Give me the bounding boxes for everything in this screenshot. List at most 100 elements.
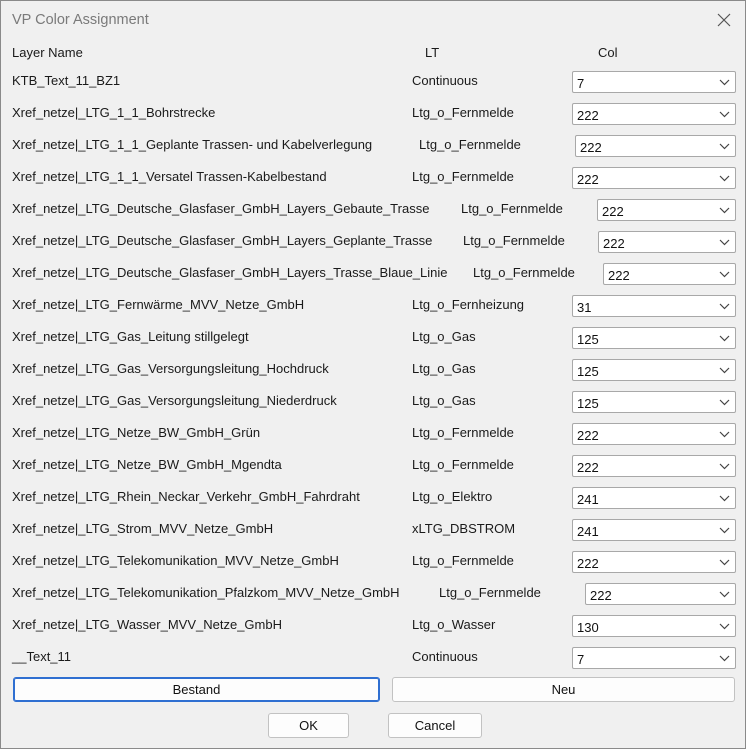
layer-name-cell: Xref_netze|_LTG_Telekomunikation_Pfalzko… — [12, 585, 400, 600]
layer-name-cell: Xref_netze|_LTG_Telekomunikation_MVV_Net… — [12, 553, 339, 568]
cancel-button-label: Cancel — [414, 718, 456, 733]
linetype-cell: Ltg_o_Fernmelde — [439, 585, 541, 600]
color-dropdown[interactable]: 125 — [572, 391, 736, 413]
color-value: 222 — [577, 108, 599, 123]
color-value: 7 — [577, 76, 585, 91]
chevron-down-icon — [719, 175, 730, 182]
title-bar[interactable]: VP Color Assignment — [1, 1, 745, 39]
layer-name-cell: __Text_11 — [12, 649, 72, 664]
color-dropdown[interactable]: 222 — [572, 423, 736, 445]
chevron-down-icon — [719, 303, 730, 310]
linetype-cell: xLTG_DBSTROM — [412, 521, 516, 536]
neu-button-label: Neu — [551, 682, 576, 697]
layer-name-cell: Xref_netze|_LTG_Gas_Versorgungsleitung_N… — [12, 393, 337, 408]
bestand-button-label: Bestand — [172, 682, 221, 697]
linetype-cell: Ltg_o_Gas — [412, 329, 476, 344]
layer-name-cell: Xref_netze|_LTG_1_1_Geplante Trassen- un… — [12, 137, 373, 152]
layer-name-cell: Xref_netze|_LTG_Wasser_MVV_Netze_GmbH — [12, 617, 282, 632]
linetype-cell: Ltg_o_Wasser — [412, 617, 496, 632]
color-dropdown[interactable]: 222 — [572, 455, 736, 477]
color-dropdown[interactable]: 222 — [603, 263, 736, 285]
color-dropdown[interactable]: 222 — [585, 583, 736, 605]
linetype-cell: Ltg_o_Fernmelde — [412, 553, 514, 568]
color-value: 130 — [577, 620, 599, 635]
color-dropdown[interactable]: 241 — [572, 519, 736, 541]
chevron-down-icon — [719, 495, 730, 502]
chevron-down-icon — [719, 463, 730, 470]
close-button[interactable] — [706, 5, 742, 35]
color-dropdown[interactable]: 241 — [572, 487, 736, 509]
header-col: Col — [598, 45, 618, 60]
dialog-window: VP Color Assignment Layer Name LT Col KT… — [0, 0, 746, 749]
color-dropdown[interactable]: 222 — [572, 551, 736, 573]
linetype-cell: Ltg_o_Fernmelde — [412, 425, 514, 440]
color-dropdown[interactable]: 222 — [575, 135, 736, 157]
chevron-down-icon — [719, 207, 730, 214]
layer-name-cell: Xref_netze|_LTG_Netze_BW_GmbH_Grün — [12, 425, 261, 440]
linetype-cell: Ltg_o_Fernmelde — [412, 457, 514, 472]
color-value: 125 — [577, 396, 599, 411]
color-dropdown[interactable]: 125 — [572, 359, 736, 381]
chevron-down-icon — [719, 367, 730, 374]
layer-name-cell: Xref_netze|_LTG_Gas_Leitung stillgelegt — [12, 329, 249, 344]
window-title: VP Color Assignment — [12, 12, 149, 28]
linetype-cell: Ltg_o_Fernmelde — [473, 265, 575, 280]
layer-name-cell: Xref_netze|_LTG_Deutsche_Glasfaser_GmbH_… — [12, 201, 430, 216]
color-dropdown[interactable]: 31 — [572, 295, 736, 317]
color-dropdown[interactable]: 222 — [598, 231, 736, 253]
color-dropdown[interactable]: 125 — [572, 327, 736, 349]
chevron-down-icon — [719, 527, 730, 534]
ok-button-label: OK — [299, 718, 318, 733]
linetype-cell: Ltg_o_Fernmelde — [412, 169, 514, 184]
color-value: 125 — [577, 364, 599, 379]
color-value: 241 — [577, 524, 599, 539]
layer-name-cell: Xref_netze|_LTG_Deutsche_Glasfaser_GmbH_… — [12, 233, 433, 248]
color-dropdown[interactable]: 7 — [572, 647, 736, 669]
layer-name-cell: KTB_Text_11_BZ1 — [12, 73, 121, 88]
linetype-cell: Ltg_o_Elektro — [412, 489, 493, 504]
linetype-cell: Ltg_o_Gas — [412, 393, 476, 408]
color-dropdown[interactable]: 7 — [572, 71, 736, 93]
bestand-button[interactable]: Bestand — [13, 677, 380, 702]
layer-name-cell: Xref_netze|_LTG_1_1_Versatel Trassen-Kab… — [12, 169, 327, 184]
color-value: 222 — [577, 460, 599, 475]
color-value: 7 — [577, 652, 585, 667]
color-dropdown[interactable]: 222 — [572, 167, 736, 189]
chevron-down-icon — [719, 111, 730, 118]
linetype-cell: Ltg_o_Fernmelde — [461, 201, 563, 216]
color-value: 31 — [577, 300, 592, 315]
color-value: 241 — [577, 492, 599, 507]
header-lt: LT — [425, 45, 440, 60]
chevron-down-icon — [719, 431, 730, 438]
chevron-down-icon — [719, 239, 730, 246]
linetype-cell: Ltg_o_Fernmelde — [463, 233, 565, 248]
close-icon — [717, 13, 731, 27]
chevron-down-icon — [719, 399, 730, 406]
chevron-down-icon — [719, 623, 730, 630]
color-value: 125 — [577, 332, 599, 347]
chevron-down-icon — [719, 79, 730, 86]
chevron-down-icon — [719, 143, 730, 150]
color-value: 222 — [577, 556, 599, 571]
neu-button[interactable]: Neu — [392, 677, 735, 702]
color-value: 222 — [603, 236, 625, 251]
chevron-down-icon — [719, 591, 730, 598]
header-layer-name: Layer Name — [12, 45, 83, 60]
color-value: 222 — [577, 172, 599, 187]
chevron-down-icon — [719, 271, 730, 278]
color-dropdown[interactable]: 130 — [572, 615, 736, 637]
color-dropdown[interactable]: 222 — [597, 199, 736, 221]
cancel-button[interactable]: Cancel — [388, 713, 482, 738]
color-dropdown[interactable]: 222 — [572, 103, 736, 125]
color-value: 222 — [608, 268, 630, 283]
chevron-down-icon — [719, 559, 730, 566]
ok-button[interactable]: OK — [268, 713, 349, 738]
linetype-cell: Ltg_o_Gas — [412, 361, 476, 376]
layer-name-cell: Xref_netze|_LTG_Strom_MVV_Netze_GmbH — [12, 521, 274, 536]
color-value: 222 — [602, 204, 624, 219]
chevron-down-icon — [719, 655, 730, 662]
layer-name-cell: Xref_netze|_LTG_Fernwärme_MVV_Netze_GmbH — [12, 297, 305, 312]
linetype-cell: Continuous — [412, 649, 478, 664]
color-value: 222 — [590, 588, 612, 603]
linetype-cell: Ltg_o_Fernmelde — [419, 137, 521, 152]
